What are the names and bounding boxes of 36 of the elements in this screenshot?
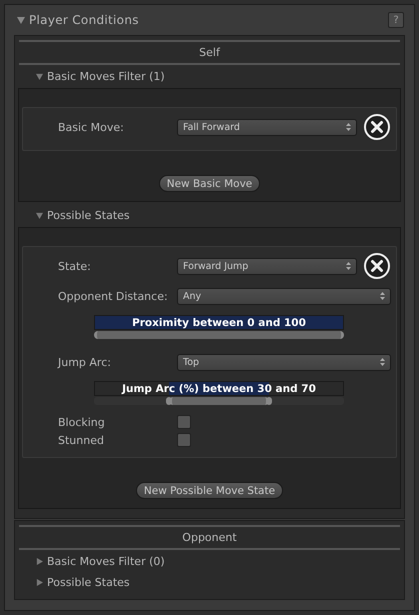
slider-thumb[interactable] [266,397,272,405]
close-button[interactable] [363,113,391,141]
slider-caption: Jump Arc (%) between 30 and 70 [122,382,316,394]
checkbox[interactable] [177,433,191,447]
foldout-label[interactable]: Basic Moves Filter (0) [47,554,165,568]
field-label: Stunned [58,434,105,446]
updown-arrow-icon [380,292,385,300]
foldout-label[interactable]: Basic Moves Filter (1) [47,70,165,82]
field-label: State: [58,260,92,272]
section-title: Opponent [182,531,237,544]
foldout-label[interactable]: Possible States [47,208,130,222]
foldout-arrow-icon[interactable] [36,212,43,218]
field-label: Blocking [58,416,106,428]
foldout-arrow-icon[interactable] [36,558,43,564]
dropdown[interactable]: Fall Forward [177,118,357,136]
foldout-arrow-icon[interactable] [17,16,25,24]
foldout-label[interactable]: Possible States [47,576,130,588]
section-title: Self [199,46,220,59]
add-button[interactable]: New Possible Move State [136,482,284,499]
panel-title: Player Conditions [29,13,139,27]
updown-arrow-icon [346,262,351,270]
field-label: Opponent Distance: [58,290,169,302]
checkbox[interactable] [177,415,191,429]
add-button[interactable]: New Basic Move [158,175,260,192]
help-button[interactable]: ? [388,12,404,28]
updown-arrow-icon [380,358,385,366]
slider-thumb[interactable] [166,397,172,405]
field-label: Jump Arc: [58,356,112,368]
foldout-arrow-icon[interactable] [36,72,43,80]
dropdown[interactable]: Any [177,288,391,304]
updown-arrow-icon [346,123,351,131]
field-label: Basic Move: [58,120,125,134]
close-button[interactable] [363,252,391,280]
dropdown[interactable]: Forward Jump [177,258,357,274]
dropdown[interactable]: Top [177,354,391,370]
foldout-arrow-icon[interactable] [36,578,43,586]
